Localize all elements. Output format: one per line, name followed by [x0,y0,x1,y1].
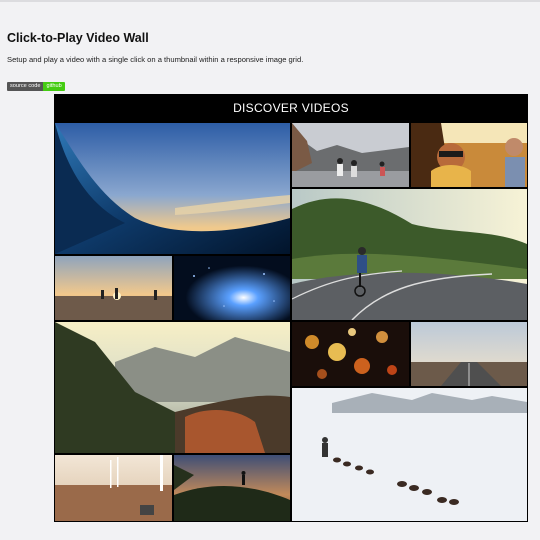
badge-label: source code [7,82,44,91]
badge-link: github [43,82,65,91]
friends-car-image [411,123,527,187]
page-title: Click-to-Play Video Wall [7,31,149,45]
thumbnail-cyclists-mountain[interactable] [292,123,409,187]
wind-turbines-image [55,455,172,521]
ocean-wave-image [55,123,290,254]
thumbnail-friends-car[interactable] [411,123,527,187]
page-description: Setup and play a video with a single cli… [7,55,304,64]
thumbnail-wind-turbines[interactable] [55,455,172,521]
thumbnail-hiker[interactable] [174,455,290,521]
thumbnail-ocean-wave[interactable] [55,123,290,254]
source-code-badge[interactable]: source code github [7,82,65,91]
thumbnail-desert-highway[interactable] [411,322,527,386]
thumbnail-grid [55,123,527,521]
thumbnail-bokeh-lights[interactable] [292,322,409,386]
cyclists-mountain-image [292,123,409,187]
thumbnail-dog-sled[interactable] [292,388,527,521]
top-border [0,0,540,2]
bokeh-lights-image [292,322,409,386]
thumbnail-cyclist-coastal[interactable] [292,189,527,320]
sparks-image [174,256,290,320]
thumbnail-mountain-valley[interactable] [55,322,290,453]
desert-highway-image [411,322,527,386]
hiker-image [174,455,290,521]
dog-sled-image [292,388,527,521]
cyclist-coastal-image [292,189,527,320]
mountain-valley-image [55,322,290,453]
video-wall: DISCOVER VIDEOS [54,94,528,522]
thumbnail-sunset-beach[interactable] [55,256,172,320]
sunset-beach-image [55,256,172,320]
wall-heading: DISCOVER VIDEOS [233,101,349,115]
thumbnail-sparks[interactable] [174,256,290,320]
